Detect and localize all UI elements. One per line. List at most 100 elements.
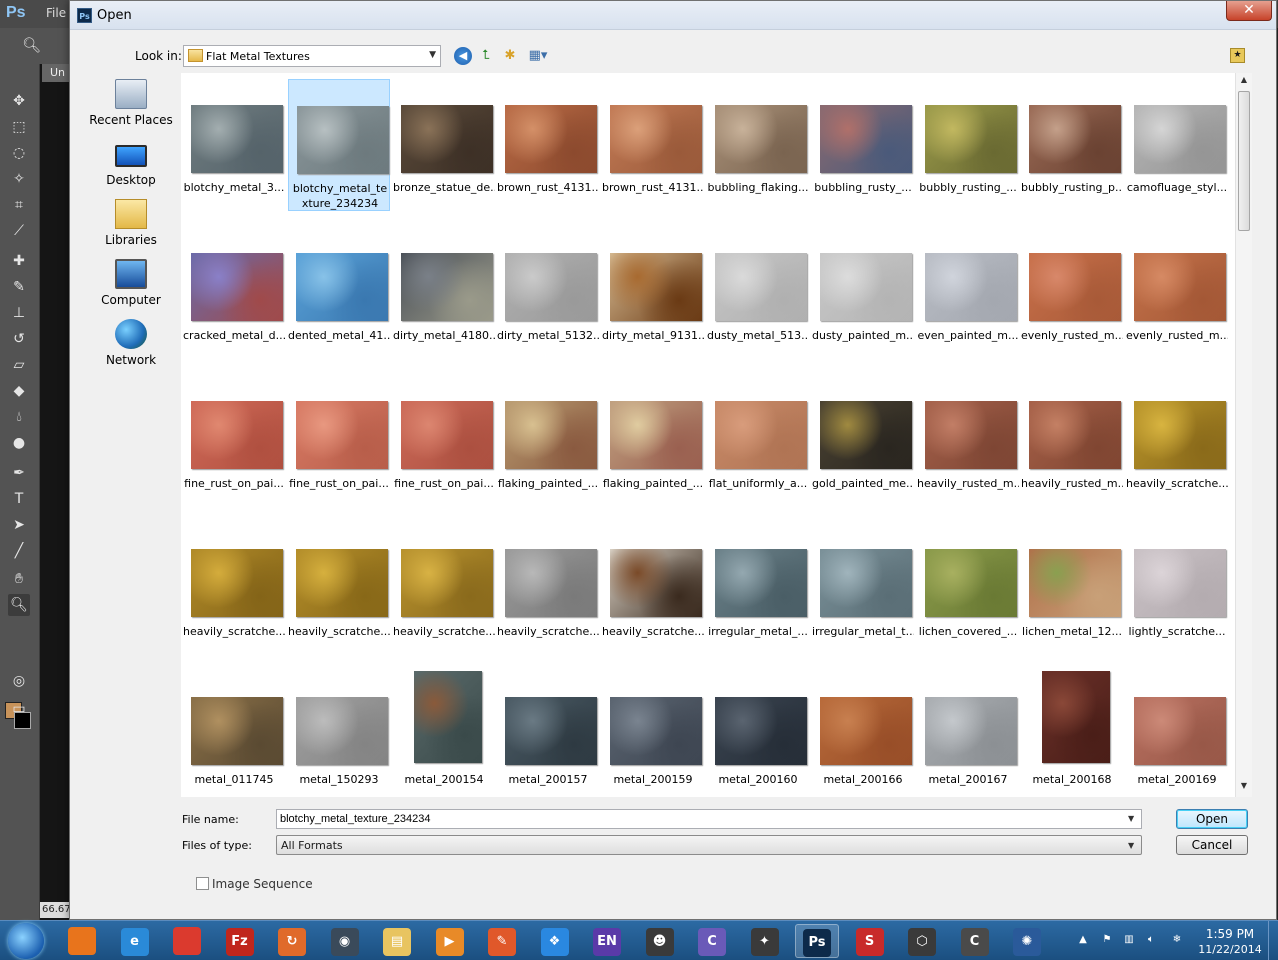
view-menu-icon[interactable]: ▦▾ — [525, 47, 551, 65]
file-item[interactable]: irregular_metal_... — [707, 523, 809, 655]
start-button[interactable] — [8, 923, 44, 959]
file-list-view[interactable]: blotchy_metal_3... blotchy_metal_texture_… — [181, 73, 1235, 797]
look-in-dropdown[interactable]: Flat Metal Textures ▼ — [183, 45, 441, 67]
taskbar-filezilla-button[interactable]: Fz — [218, 924, 262, 958]
dialog-title-bar[interactable]: Ps Open ✕ — [70, 1, 1276, 30]
tray-expand-icon[interactable]: ▲ — [1076, 934, 1090, 948]
paint-bucket-icon[interactable]: ◆ — [8, 380, 30, 402]
file-item[interactable]: camofluage_styl... — [1126, 79, 1228, 211]
file-item[interactable]: blotchy_metal_texture_234234 — [288, 79, 390, 211]
volume-icon[interactable]: 🔈︎ — [1144, 934, 1158, 948]
show-desktop-button[interactable] — [1268, 921, 1278, 960]
taskbar-firefox-button[interactable] — [60, 924, 104, 958]
dropdown-arrow-icon[interactable]: ▼ — [429, 50, 436, 60]
scroll-thumb[interactable] — [1238, 91, 1250, 231]
place-libraries[interactable]: Libraries — [87, 193, 175, 253]
cancel-button[interactable]: Cancel — [1176, 835, 1248, 855]
scroll-up-arrow-icon[interactable]: ▲ — [1236, 75, 1252, 89]
brush-tool-icon[interactable]: ✎ — [8, 276, 30, 298]
file-item[interactable]: dirty_metal_4180... — [393, 227, 495, 359]
menu-file[interactable]: File — [46, 6, 66, 20]
clock-date[interactable]: 11/22/2014 — [1196, 943, 1264, 956]
type-tool-icon[interactable]: T — [8, 488, 30, 510]
file-item[interactable]: metal_200168 — [1021, 671, 1123, 797]
scroll-down-arrow-icon[interactable]: ▼ — [1236, 781, 1252, 795]
blur-tool-icon[interactable]: 💧︎ — [8, 406, 30, 428]
file-item[interactable]: metal_011745 — [183, 671, 285, 797]
image-sequence-checkbox[interactable] — [196, 877, 209, 890]
place-recent-places[interactable]: Recent Places — [87, 73, 175, 133]
taskbar-zbrush-button[interactable]: ✦ — [743, 924, 787, 958]
file-item[interactable]: lightly_scratche... — [1126, 523, 1228, 655]
file-item[interactable]: blotchy_metal_3... — [183, 79, 285, 211]
place-desktop[interactable]: Desktop — [87, 133, 175, 193]
back-icon[interactable]: ◀ — [454, 47, 472, 65]
file-item[interactable]: bubbling_flaking... — [707, 79, 809, 211]
taskbar-app-refresh-button[interactable]: ↻ — [270, 924, 314, 958]
taskbar-app-purple-button[interactable]: EN — [585, 924, 629, 958]
taskbar-media-player-button[interactable]: ▶ — [428, 924, 472, 958]
file-item[interactable]: dusty_metal_513... — [707, 227, 809, 359]
taskbar-chrome-button[interactable] — [165, 924, 209, 958]
file-item[interactable]: bubbly_rusting_... — [917, 79, 1019, 211]
new-folder-icon[interactable]: ✱ — [501, 47, 519, 65]
file-item[interactable]: metal_200154 — [393, 671, 495, 797]
file-item[interactable]: metal_200167 — [917, 671, 1019, 797]
file-item[interactable]: flaking_painted_... — [497, 375, 599, 507]
file-item[interactable]: flaking_painted_... — [602, 375, 704, 507]
eyedropper-icon[interactable]: ⟋ — [8, 220, 30, 242]
screen-mode-icon[interactable]: ▭ — [8, 698, 30, 720]
taskbar-photoshop-button[interactable]: Ps — [795, 924, 839, 958]
app-tray-icon[interactable]: ❄ — [1170, 934, 1184, 948]
document-tab[interactable]: Un — [42, 64, 70, 82]
file-item[interactable]: heavily_scratche... — [393, 523, 495, 655]
file-item[interactable]: irregular_metal_t... — [812, 523, 914, 655]
file-item[interactable]: evenly_rusted_m... — [1126, 227, 1228, 359]
close-button[interactable]: ✕ — [1226, 1, 1272, 21]
file-item[interactable]: dusty_painted_m... — [812, 227, 914, 359]
network-tray-icon[interactable]: ▥ — [1122, 934, 1136, 948]
taskbar-explorer-button[interactable]: ▤ — [375, 924, 419, 958]
taskbar-substance-button[interactable]: S — [848, 924, 892, 958]
file-item[interactable]: heavily_scratche... — [288, 523, 390, 655]
quick-mask-icon[interactable]: ◎ — [8, 670, 30, 692]
file-item[interactable]: heavily_rusted_m... — [917, 375, 1019, 507]
file-item[interactable]: heavily_rusted_m... — [1021, 375, 1123, 507]
file-item[interactable]: heavily_scratche... — [602, 523, 704, 655]
file-item[interactable]: metal_200166 — [812, 671, 914, 797]
file-item[interactable]: metal_200169 — [1126, 671, 1228, 797]
file-item[interactable]: lichen_covered_... — [917, 523, 1019, 655]
file-item[interactable]: bronze_statue_de... — [393, 79, 495, 211]
file-item[interactable]: fine_rust_on_pai... — [288, 375, 390, 507]
file-item[interactable]: bubbling_rusty_... — [812, 79, 914, 211]
clock-time[interactable]: 1:59 PM — [1200, 927, 1260, 941]
stamp-tool-icon[interactable]: ⊥ — [8, 302, 30, 324]
line-tool-icon[interactable]: ╱ — [8, 540, 30, 562]
pen-tool-icon[interactable]: ✒ — [8, 462, 30, 484]
history-brush-icon[interactable]: ↺ — [8, 328, 30, 350]
hand-tool-icon[interactable]: ✋︎ — [8, 568, 30, 590]
taskbar-app-brush-button[interactable]: ✎ — [480, 924, 524, 958]
healing-brush-icon[interactable]: ✚ — [8, 250, 30, 272]
taskbar-app-dark-button[interactable]: ◉ — [323, 924, 367, 958]
file-item[interactable]: fine_rust_on_pai... — [183, 375, 285, 507]
file-item[interactable]: heavily_scratche... — [497, 523, 599, 655]
favorites-icon[interactable]: ★ — [1230, 48, 1245, 63]
file-item[interactable]: flat_uniformly_a... — [707, 375, 809, 507]
file-item[interactable]: metal_200159 — [602, 671, 704, 797]
file-item[interactable]: bubbly_rusting_p... — [1021, 79, 1123, 211]
eraser-tool-icon[interactable]: ▱ — [8, 354, 30, 376]
taskbar-app-aperture-button[interactable]: ✺ — [1005, 924, 1049, 958]
file-item[interactable]: metal_150293 — [288, 671, 390, 797]
dodge-tool-icon[interactable]: ● — [8, 432, 30, 454]
file-item[interactable]: dirty_metal_5132... — [497, 227, 599, 359]
action-center-flag-icon[interactable]: ⚑ — [1100, 934, 1114, 948]
vertical-scrollbar[interactable]: ▲ ▼ — [1235, 73, 1252, 797]
file-item[interactable]: brown_rust_4131... — [602, 79, 704, 211]
file-item[interactable]: dented_metal_41... — [288, 227, 390, 359]
file-item[interactable]: fine_rust_on_pai... — [393, 375, 495, 507]
file-item[interactable]: metal_200160 — [707, 671, 809, 797]
file-item[interactable]: evenly_rusted_m... — [1021, 227, 1123, 359]
taskbar-app-hex-button[interactable]: ⬡ — [900, 924, 944, 958]
file-item[interactable]: brown_rust_4131... — [497, 79, 599, 211]
